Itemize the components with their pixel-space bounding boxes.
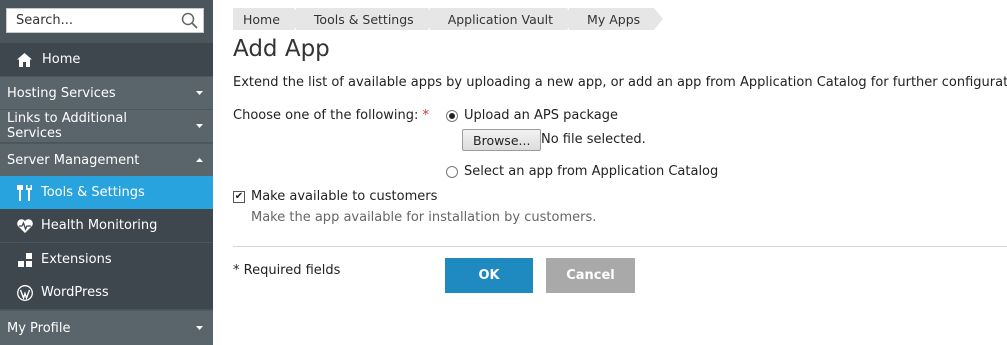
radio-checked-icon[interactable] [446, 109, 458, 122]
search-placeholder: Search... [16, 13, 74, 28]
home-icon [17, 52, 33, 67]
chevron-down-icon [185, 91, 213, 95]
sidebar-group-label: Hosting Services [7, 85, 116, 101]
sidebar-item-home[interactable]: Home [0, 43, 213, 76]
sidebar-item-label: Home [42, 52, 81, 67]
wordpress-icon [17, 284, 33, 301]
cancel-button[interactable]: Cancel [546, 258, 635, 293]
sidebar-group-hosting-services[interactable]: Hosting Services [0, 76, 213, 109]
page-description: Extend the list of available apps by upl… [233, 75, 1007, 90]
sidebar-item-wordpress[interactable]: WordPress [0, 276, 213, 309]
tools-icon [17, 184, 33, 201]
sidebar-group-my-profile[interactable]: My Profile [0, 310, 213, 345]
browse-button[interactable]: Browse... [462, 129, 542, 151]
sidebar-item-label: Health Monitoring [41, 218, 158, 233]
chevron-down-icon [185, 124, 213, 128]
sidebar-item-tools-settings[interactable]: Tools & Settings [0, 176, 213, 209]
search-input[interactable]: Search... [6, 8, 204, 33]
breadcrumb: Home Tools & Settings Application Vault … [233, 8, 664, 30]
select-catalog-radio[interactable]: Select an app from Application Catalog [446, 164, 718, 179]
breadcrumb-application-vault[interactable]: Application Vault [429, 8, 577, 30]
sidebar-item-extensions[interactable]: Extensions [0, 243, 213, 276]
breadcrumb-tools-settings[interactable]: Tools & Settings [295, 8, 437, 30]
required-mark: * [422, 108, 430, 123]
checkbox-checked-icon[interactable]: ✔ [233, 190, 245, 203]
upload-aps-radio[interactable]: Upload an APS package [446, 108, 618, 123]
breadcrumb-home[interactable]: Home [233, 8, 303, 30]
search-icon[interactable] [177, 9, 203, 32]
choose-label: Choose one of the following: * [233, 108, 429, 123]
sidebar-group-server-management[interactable]: Server Management [0, 143, 213, 176]
divider [233, 246, 1007, 247]
page-title: Add App [233, 36, 330, 62]
heart-pulse-icon [17, 218, 33, 233]
choose-label-text: Choose one of the following: [233, 108, 419, 123]
sidebar-group-label: Links to Additional Services [7, 111, 127, 141]
sidebar-group-label: My Profile [7, 320, 71, 336]
sidebar-item-label: WordPress [41, 285, 109, 300]
chevron-up-icon [185, 158, 213, 162]
sidebar-item-health-monitoring[interactable]: Health Monitoring [0, 209, 213, 242]
extensions-icon [17, 252, 33, 267]
sidebar: Search... Home Hosting Services Links to… [0, 0, 213, 345]
make-available-checkbox[interactable]: ✔ Make available to customers [233, 189, 437, 204]
radio-unchecked-icon[interactable] [446, 165, 458, 178]
file-status: No file selected. [541, 132, 646, 147]
breadcrumb-my-apps[interactable]: My Apps [569, 8, 664, 30]
make-available-hint: Make the app available for installation … [251, 210, 597, 225]
sidebar-item-label: Tools & Settings [41, 185, 145, 200]
main-content: Home Tools & Settings Application Vault … [213, 0, 1007, 345]
sidebar-group-label: Server Management [7, 152, 140, 168]
make-available-label: Make available to customers [251, 189, 438, 204]
select-catalog-label: Select an app from Application Catalog [464, 164, 719, 179]
chevron-down-icon [185, 326, 213, 330]
ok-button[interactable]: OK [445, 258, 533, 293]
upload-aps-label: Upload an APS package [464, 108, 619, 123]
required-fields-note: * Required fields [233, 263, 341, 278]
sidebar-item-label: Extensions [41, 252, 112, 267]
sidebar-group-links[interactable]: Links to Additional Services [0, 109, 213, 142]
